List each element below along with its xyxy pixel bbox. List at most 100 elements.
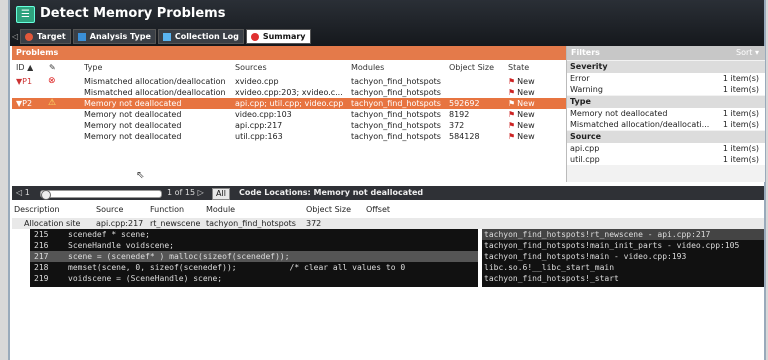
problem-type: Mismatched allocation/deallocation <box>84 77 226 86</box>
problems-table: ID ▲ ✎ Type Sources Modules Object Size … <box>12 60 566 182</box>
col-type[interactable]: Type <box>84 62 102 73</box>
flag-icon: ⚑ <box>508 132 516 141</box>
slider-handle[interactable] <box>41 190 51 200</box>
filter-item[interactable]: Memory not deallocated 1 item(s) <box>567 108 765 119</box>
filter-item[interactable]: Mismatched allocation/deallocati... 1 ite… <box>567 119 765 130</box>
tab-target[interactable]: Target <box>20 29 71 44</box>
filter-count: 1 item(s) <box>722 144 759 153</box>
col-description[interactable]: Description <box>14 204 60 216</box>
call-stack-view[interactable]: tachyon_find_hotspots!rt_newscene - api.… <box>482 229 764 287</box>
allocation-site-row[interactable]: Allocation site api.cpp:217 rt_newscene … <box>12 218 764 229</box>
col-module[interactable]: Module <box>206 204 235 216</box>
col-modules[interactable]: Modules <box>351 62 384 73</box>
tab-label: Summary <box>262 32 306 41</box>
problem-type: Memory not deallocated <box>84 110 182 119</box>
filter-label: api.cpp <box>570 144 600 153</box>
problem-state[interactable]: ⚑ New <box>508 87 535 98</box>
state-label: New <box>517 99 535 108</box>
summary-icon <box>250 32 259 41</box>
problem-size: 372 <box>449 121 465 130</box>
sort-button[interactable]: Sort ▾ <box>736 46 759 60</box>
col-object-size[interactable]: Object Size <box>306 204 351 216</box>
problem-type: Mismatched allocation/deallocation <box>84 88 226 97</box>
col-edit-icon[interactable]: ✎ <box>49 62 56 73</box>
code-locations-toolbar: ◁ 1 1 of 15 ▷ All Code Locations: Memory… <box>12 186 764 200</box>
page-title: Detect Memory Problems <box>40 6 226 21</box>
filter-item[interactable]: util.cpp 1 item(s) <box>567 154 765 165</box>
stack-frame[interactable]: libc.so.6!__libc_start_main <box>482 262 764 273</box>
col-source[interactable]: Source <box>96 204 123 216</box>
problem-sources: video.cpp:103 <box>235 110 292 119</box>
code-text: memset(scene, 0, sizeof(scenedef)); /* c… <box>68 263 406 272</box>
col-object-size[interactable]: Object Size <box>449 62 494 73</box>
filters-header: Filters Sort ▾ <box>567 46 765 60</box>
code-text: scene = (scenedef* ) malloc(sizeof(scene… <box>68 252 290 261</box>
col-sources[interactable]: Sources <box>235 62 267 73</box>
code-text: scenedef * scene; <box>68 230 150 239</box>
problem-state[interactable]: ⚑ New <box>508 76 535 87</box>
filter-item[interactable]: Warning 1 item(s) <box>567 84 765 95</box>
tab-collection-log[interactable]: Collection Log <box>157 29 244 44</box>
problem-state[interactable]: ⚑ New <box>508 109 535 120</box>
col-function[interactable]: Function <box>150 204 184 216</box>
filter-item[interactable]: api.cpp 1 item(s) <box>567 143 765 154</box>
state-label: New <box>517 110 535 119</box>
analysis-icon <box>77 32 86 41</box>
filter-item[interactable]: Error 1 item(s) <box>567 73 765 84</box>
col-state[interactable]: State <box>508 62 529 73</box>
table-row[interactable]: Mismatched allocation/deallocation xvide… <box>12 87 566 98</box>
problem-type: Memory not deallocated <box>84 121 182 130</box>
tab-scroll-left-icon[interactable]: ◁ <box>12 32 20 41</box>
stack-frame[interactable]: tachyon_find_hotspots!main_init_parts - … <box>482 240 764 251</box>
problem-sources: api.cpp:217 <box>235 121 283 130</box>
stack-frame[interactable]: tachyon_find_hotspots!_start <box>482 273 764 284</box>
pager-text: 1 of 15 ▷ <box>167 188 204 197</box>
prev-arrow-icon[interactable]: ◁ <box>16 188 22 197</box>
line-number: 219 <box>34 274 49 283</box>
table-row[interactable]: Memory not deallocated api.cpp:217 tachy… <box>12 120 566 131</box>
code-line: 218 memset(scene, 0, sizeof(scenedef)); /… <box>30 262 478 273</box>
problem-type: Memory not deallocated <box>84 99 182 108</box>
problems-column-header: ID ▲ ✎ Type Sources Modules Object Size … <box>12 62 566 73</box>
alloc-function: rt_newscene <box>150 219 201 228</box>
tab-analysis-type[interactable]: Analysis Type <box>72 29 156 44</box>
filter-section-source: Source <box>567 131 765 143</box>
problem-id: ▼P1 <box>16 77 33 86</box>
filters-title: Filters <box>571 48 600 57</box>
table-row-selected[interactable]: ▼P2 ⚠ Memory not deallocated api.cpp; ut… <box>12 98 566 109</box>
problem-state[interactable]: ⚑ New <box>508 131 535 142</box>
code-line: 219 voidscene = (SceneHandle) scene; <box>30 273 478 284</box>
stack-frame[interactable]: tachyon_find_hotspots!main - video.cpp:1… <box>482 251 764 262</box>
problem-module: tachyon_find_hotspots <box>351 110 441 119</box>
problem-sources: xvideo.cpp:203; xvideo.c... <box>235 88 343 97</box>
stack-frame-selected[interactable]: tachyon_find_hotspots!rt_newscene - api.… <box>482 229 764 240</box>
tab-summary[interactable]: Summary <box>245 29 311 44</box>
alloc-size: 372 <box>306 219 322 228</box>
app-window: ☰ Detect Memory Problems ◁ Target Analys… <box>8 0 766 360</box>
alloc-description: Allocation site <box>24 219 81 228</box>
filter-count: 1 item(s) <box>722 85 759 94</box>
pager-current: ◁ 1 <box>16 186 30 200</box>
problem-sources: api.cpp; util.cpp; video.cpp <box>235 99 344 108</box>
all-button[interactable]: All <box>212 188 230 200</box>
table-row[interactable]: Memory not deallocated video.cpp:103 tac… <box>12 109 566 120</box>
problem-state[interactable]: ⚑ New <box>508 120 535 131</box>
problem-state[interactable]: ⚑ New <box>508 98 535 109</box>
filters-panel: Filters Sort ▾ Severity Error 1 item(s) W… <box>566 46 765 182</box>
state-label: New <box>517 132 535 141</box>
table-row[interactable]: ▼P1 ⊗ Mismatched allocation/deallocation… <box>12 76 566 87</box>
problem-module: tachyon_find_hotspots <box>351 88 441 97</box>
source-code-view[interactable]: 215 scenedef * scene; 216 SceneHandle void… <box>30 229 478 287</box>
table-row[interactable]: Memory not deallocated util.cpp:163 tach… <box>12 131 566 142</box>
problem-size: 8192 <box>449 110 470 119</box>
problem-slider[interactable] <box>40 190 162 200</box>
col-id[interactable]: ID ▲ <box>16 62 33 73</box>
state-label: New <box>517 88 535 97</box>
state-label: New <box>517 77 535 86</box>
col-offset[interactable]: Offset <box>366 204 390 216</box>
problem-sources: util.cpp:163 <box>235 132 283 141</box>
code-text: SceneHandle voidscene; <box>68 241 174 250</box>
line-number: 215 <box>34 230 49 239</box>
mouse-cursor-icon: ⇖ <box>136 170 145 181</box>
code-text: voidscene = (SceneHandle) scene; <box>68 274 223 283</box>
